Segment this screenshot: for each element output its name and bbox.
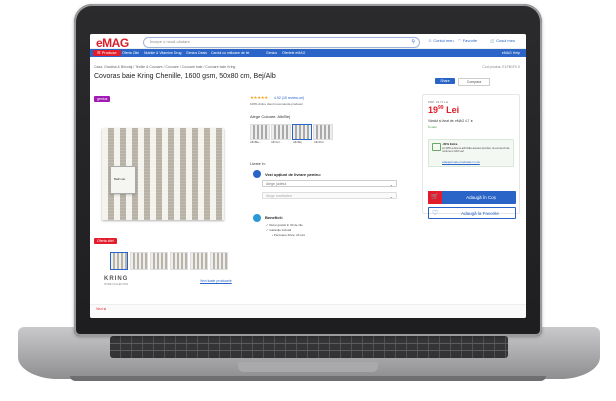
laptop-screen: eMAG Începe o nouă căutare ⚲ ☺ Contul me… (90, 34, 526, 318)
nav-item[interactable]: Oferta Zilei (122, 50, 139, 56)
laptop-keyboard (110, 336, 508, 358)
cart-icon: 🛒 (428, 191, 442, 204)
nav-item[interactable]: Ofertele eMAG (282, 50, 305, 56)
laptop-trackpad (238, 362, 378, 372)
laptop-front-edge (70, 376, 546, 381)
price-box: PRP: 24,71 Lei 1999 Lei Vândut și livrat… (422, 94, 520, 219)
heart-icon: ♡ (432, 210, 439, 217)
search-input[interactable]: Începe o nouă căutare ⚲ (143, 37, 420, 48)
search-placeholder: Începe o nouă căutare (150, 39, 190, 44)
brand-subtitle: HOME COLLECTION (104, 283, 129, 286)
offer-badge: Oferta zilei (94, 238, 117, 244)
nav-item[interactable]: Cardul cu milioane de lei (211, 50, 249, 56)
swatch-label: Alb/Bla... (250, 140, 262, 144)
genius-badge: genius (94, 96, 111, 102)
color-swatch[interactable] (250, 124, 270, 140)
benefit-item: ✓ Garanție inclusă (266, 228, 292, 232)
search-icon[interactable]: ⚲ (411, 39, 415, 45)
thumbnail[interactable] (110, 252, 128, 270)
page-title: Covoras baie Kring Chenille, 1600 gsm, 5… (94, 73, 276, 80)
thumbnail[interactable] (190, 252, 208, 270)
nav-item[interactable]: Genius Deals (186, 50, 207, 56)
breadcrumb[interactable]: Casa, Gradina & Bricolaj / Textile & Cov… (94, 65, 235, 69)
thumbnail[interactable] (150, 252, 168, 270)
page-lower-section: Vezi și (90, 304, 526, 318)
extra-link[interactable]: Adaugă toate produsele in cos (442, 160, 480, 164)
add-to-cart-button[interactable]: 🛒 Adaugă în Coș (428, 191, 516, 204)
rating-stars: ★★★★★ (250, 95, 268, 100)
stock-status: În stoc (428, 125, 437, 129)
section-hint: Vezi și (96, 307, 107, 311)
delivery-label: Livrare în: (250, 162, 266, 166)
product-image[interactable]: Bathmat (98, 124, 228, 224)
benefit-item: • Persoane fizice: 24 luni (272, 233, 305, 237)
rating-link[interactable]: 4.92 (15 review-uri) (274, 96, 304, 100)
swatch-label: Alb/Gri... (271, 140, 282, 144)
site-header: eMAG Începe o nouă căutare ⚲ ☺ Contul me… (90, 34, 526, 50)
chevron-down-icon: ⌄ (389, 194, 393, 199)
thumbnail[interactable] (210, 252, 228, 270)
benefit-item: ✓ Retur gratuit în 30 de zile (266, 223, 303, 227)
color-swatch[interactable] (271, 124, 291, 140)
benefits-icon (253, 214, 261, 222)
extra-description: Ai 30% extra la achiziția acestui produs… (442, 146, 510, 154)
compare-button[interactable]: Compara (458, 78, 490, 86)
product-code: Cod produs: E1FB1F0 II (482, 65, 520, 69)
swatch-label: Alb/Roz (314, 140, 324, 144)
share-button[interactable]: Share (435, 78, 455, 84)
recommend-text: 100% dintre clienti recomanda produsul (250, 102, 303, 106)
current-price: 1999 Lei (428, 105, 460, 115)
benefits-title: Beneficii: (265, 215, 284, 220)
cart-link[interactable]: 🛒 Coșul meu (490, 38, 515, 43)
discount-icon (432, 143, 441, 151)
seller-info[interactable]: Vândut și livrat de: eMAG 4.7 ★ (428, 119, 473, 123)
delivery-truck-icon (253, 170, 261, 178)
emag-logo[interactable]: eMAG (96, 36, 129, 50)
delivery-options-title: Vezi opțiuni de livrare pentru: (265, 172, 322, 177)
nav-item[interactable]: Genius (266, 50, 277, 56)
extra-discount-box: -30% Extra Ai 30% extra la achiziția ace… (428, 139, 514, 167)
swatch-label: Alb/Bej (293, 140, 302, 144)
favorites-link[interactable]: ♡ Favorite (458, 38, 477, 43)
color-swatch-selected[interactable] (292, 124, 312, 140)
account-link[interactable]: ☺ Contul meu (428, 38, 454, 43)
thumbnail[interactable] (130, 252, 148, 270)
brand-logo[interactable]: KRING (104, 276, 128, 282)
products-menu-button[interactable]: ☰ Produse (93, 50, 121, 56)
main-nav: ☰ Produse Oferta Zilei Nutriție & Vitami… (90, 49, 526, 57)
color-label: Alege Culoare: Alb/Bej (250, 114, 291, 119)
city-select[interactable]: Alege localitatea ⌄ (262, 192, 397, 199)
county-select[interactable]: Alege județul ⌄ (262, 180, 397, 187)
previous-price: PRP: 24,71 Lei (428, 100, 449, 104)
brand-products-link[interactable]: Vezi toate produsele (200, 279, 232, 283)
thumbnail[interactable] (170, 252, 188, 270)
chevron-down-icon: ⌄ (389, 182, 393, 187)
product-label-tag: Bathmat (110, 166, 136, 194)
help-link[interactable]: eMAG Help (502, 50, 520, 56)
nav-item[interactable]: Nutriție & Vitamine Drug (144, 50, 181, 56)
color-swatch[interactable] (313, 124, 333, 140)
add-to-favorites-button[interactable]: ♡ Adaugă la Favorite (428, 207, 516, 219)
